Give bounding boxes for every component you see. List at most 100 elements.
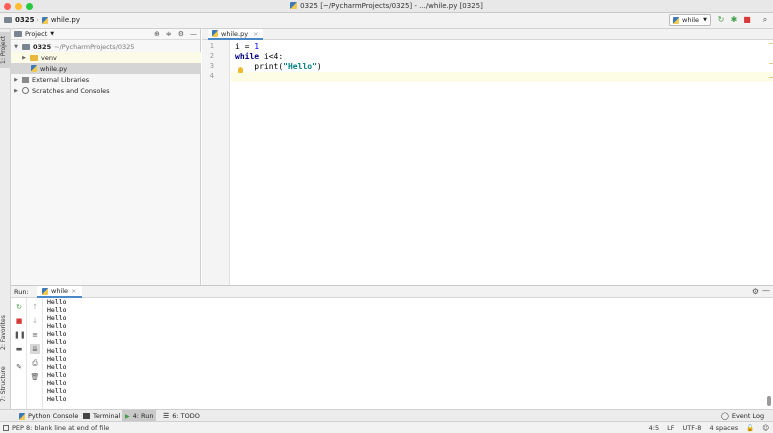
status-widgets: 4:5 LF UTF-8 4 spaces 🔓 ☺: [649, 424, 769, 432]
scroll-to-end-icon[interactable]: ⇊: [30, 344, 40, 354]
python-console-icon: [19, 412, 25, 420]
pause-icon[interactable]: ❚❚: [14, 330, 26, 340]
folder-icon: [4, 17, 12, 23]
python-file-icon: [673, 16, 679, 24]
lightbulb-icon[interactable]: [238, 67, 243, 73]
hide-icon[interactable]: —: [762, 286, 770, 295]
search-icon[interactable]: ⌕: [760, 15, 770, 25]
layout-icon[interactable]: ▬: [14, 344, 24, 354]
chevron-down-icon: ▼: [703, 17, 707, 23]
tab-while-py[interactable]: while.py ×: [208, 29, 263, 40]
left-tool-strip: 1: Project 2: Favorites 7: Structure: [0, 29, 11, 409]
toggle-tool-windows-icon[interactable]: [3, 425, 9, 431]
print-icon[interactable]: ⎙: [30, 358, 40, 368]
code-line-2[interactable]: while i<4:: [235, 52, 283, 61]
bottom-tool-bar: Python Console Terminal ▶ 4: Run ☰ 6: TO…: [0, 409, 773, 422]
trash-icon[interactable]: 🗑: [30, 372, 40, 382]
pin-icon[interactable]: ✎: [14, 362, 24, 372]
chevron-right-icon[interactable]: ▶: [13, 77, 19, 83]
breadcrumb-project[interactable]: 0325: [4, 16, 34, 24]
window-title: 0325 [~/PycharmProjects/0325] - .../whil…: [0, 2, 773, 10]
inspector-icon[interactable]: ☺: [762, 424, 769, 432]
python-file-icon: [41, 16, 48, 24]
line-number: 2: [209, 52, 214, 60]
event-log-icon: ◯: [721, 412, 729, 420]
status-bar: PEP 8: blank line at end of file 4:5 LF …: [0, 421, 773, 433]
arrow-down-icon[interactable]: ↓: [30, 316, 40, 326]
chevron-down-icon[interactable]: ▼: [50, 31, 54, 37]
run-configuration-select[interactable]: while ▼: [669, 14, 711, 26]
breadcrumb-separator: ›: [36, 16, 39, 24]
title-bar: 0325 [~/PycharmProjects/0325] - .../whil…: [0, 0, 773, 13]
current-line-highlight: [231, 72, 773, 82]
stop-icon[interactable]: ■: [742, 15, 752, 25]
run-icon[interactable]: ↻: [716, 15, 726, 25]
debug-icon[interactable]: ✱: [729, 15, 739, 25]
project-view-select[interactable]: Project: [25, 30, 47, 38]
editor-gutter: 1 2 3 4: [202, 40, 230, 285]
project-view-icon: [14, 31, 22, 37]
warning-marker[interactable]: [769, 63, 773, 64]
indent-setting[interactable]: 4 spaces: [709, 424, 738, 432]
python-file-icon: [290, 2, 298, 9]
folder-icon: [30, 54, 38, 61]
tab-project[interactable]: 1: Project: [0, 32, 11, 68]
arrow-up-icon[interactable]: ↑: [30, 302, 40, 312]
run-panel-header: Run: while × ⚙ —: [11, 286, 773, 298]
folder-icon: [22, 43, 30, 50]
chevron-right-icon[interactable]: ▶: [13, 88, 19, 94]
status-message: PEP 8: blank line at end of file: [3, 424, 109, 432]
console-scrollbar[interactable]: [767, 396, 771, 406]
run-toolbar-secondary: ↑ ↓ ≡ ⇊ ⎙ 🗑: [27, 298, 43, 410]
tab-structure[interactable]: 7: Structure: [0, 361, 11, 407]
line-number: 4: [209, 72, 214, 80]
gear-icon[interactable]: ⚙: [178, 30, 184, 38]
warning-marker[interactable]: [769, 43, 773, 44]
python-file-icon: [42, 287, 48, 295]
code-line-3[interactable]: print("Hello"): [235, 62, 321, 71]
editor-tab-bar: while.py ×: [202, 29, 773, 40]
project-panel-tools: ⊕ ≑ ⚙ —: [154, 30, 197, 38]
project-panel-header: Project ▼ ⊕ ≑ ⚙ —: [11, 29, 200, 40]
close-icon[interactable]: ×: [253, 30, 258, 38]
collapse-icon[interactable]: ≑: [166, 30, 172, 38]
navigation-bar: 0325 › while.py while ▼ ↻ ✱ ■ ⌕: [0, 13, 773, 29]
tree-item-scratches[interactable]: ▶ Scratches and Consoles: [11, 85, 201, 96]
gear-icon[interactable]: ⚙: [752, 287, 759, 296]
tree-item-external-libraries[interactable]: ▶ External Libraries: [11, 74, 201, 85]
caret-position[interactable]: 4:5: [649, 424, 659, 432]
editor-area: while.py × 1 2 3 4 i = 1 while i<4: prin…: [202, 29, 773, 285]
soft-wrap-icon[interactable]: ≡: [30, 330, 40, 340]
breadcrumb-file[interactable]: › while.py: [36, 16, 80, 24]
hide-icon[interactable]: —: [190, 30, 197, 38]
line-number: 3: [209, 62, 214, 70]
tree-item-project-root[interactable]: ▼ 0325 ~/PycharmProjects/0325: [11, 41, 201, 52]
run-toolbar-primary: ↻ ■ ❚❚ ▬ ✎: [11, 298, 27, 410]
code-line-1[interactable]: i = 1: [235, 42, 259, 51]
lock-icon[interactable]: 🔓: [746, 424, 754, 432]
warning-marker[interactable]: [769, 77, 773, 78]
tree-item-venv[interactable]: ▶ venv: [11, 52, 201, 63]
run-panel: Run: while × ⚙ — ↻ ■ ❚❚ ▬ ✎ ↑ ↓ ≡ ⇊ ⎙ 🗑 …: [11, 285, 773, 410]
tab-favorites[interactable]: 2: Favorites: [0, 309, 11, 357]
rerun-icon[interactable]: ↻: [14, 302, 24, 312]
tree-item-while-py[interactable]: while.py: [11, 63, 201, 74]
console-output[interactable]: Hello Hello Hello Hello Hello Hello Hell…: [47, 298, 67, 403]
close-icon[interactable]: ×: [71, 287, 76, 295]
python-file-icon: [31, 65, 37, 72]
file-encoding[interactable]: UTF-8: [683, 424, 702, 432]
chevron-right-icon[interactable]: ▶: [21, 55, 27, 61]
line-number: 1: [209, 42, 214, 50]
locate-icon[interactable]: ⊕: [154, 30, 160, 38]
terminal-icon: [83, 413, 90, 419]
project-panel: Project ▼ ⊕ ≑ ⚙ — ▼ 0325 ~/PycharmProjec…: [11, 29, 201, 285]
library-icon: [22, 76, 29, 83]
python-file-icon: [212, 30, 218, 37]
stop-icon[interactable]: ■: [14, 316, 24, 326]
chevron-down-icon[interactable]: ▼: [13, 44, 19, 50]
list-icon: ☰: [163, 412, 170, 420]
run-tab-while[interactable]: while ×: [37, 286, 82, 298]
run-icon: ▶: [125, 412, 130, 420]
scratches-icon: [22, 87, 29, 94]
line-separator[interactable]: LF: [667, 424, 674, 432]
